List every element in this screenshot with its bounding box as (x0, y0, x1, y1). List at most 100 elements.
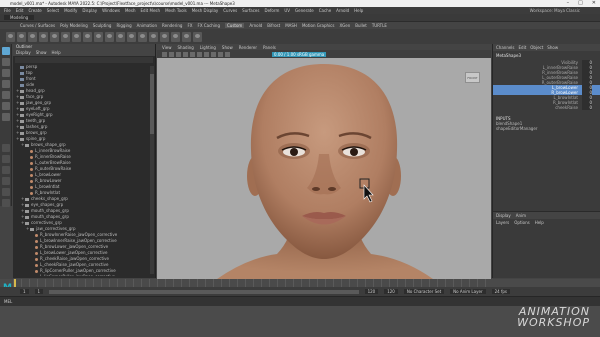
selected-object-name[interactable]: MetaShape3 (493, 51, 600, 60)
shelf-tool-icon[interactable] (50, 31, 59, 42)
current-time-indicator[interactable] (14, 279, 16, 287)
channel-box-menu-object[interactable]: Object (530, 45, 543, 50)
bookmarks-icon[interactable] (169, 51, 174, 57)
shelf-tool-icon[interactable] (72, 31, 81, 42)
shadows-icon[interactable] (225, 51, 230, 57)
layer-tab-display[interactable]: Display (496, 213, 511, 218)
help-menu[interactable]: Help (535, 220, 544, 225)
shelf-tab[interactable]: Bullet (355, 23, 367, 28)
outliner-persp-layout-icon[interactable] (1, 188, 10, 196)
viewport-menu-panels[interactable]: Panels (263, 45, 276, 50)
shelf-tool-icon[interactable] (182, 31, 191, 42)
menu-mesh-tools[interactable]: Mesh Tools (165, 8, 187, 13)
persp-graph-layout-icon[interactable] (1, 177, 10, 185)
shelf-tool-icon[interactable] (83, 31, 92, 42)
paint-select-icon[interactable] (1, 69, 10, 77)
viewport-menu-lighting[interactable]: Lighting (200, 45, 216, 50)
shelf-tab[interactable]: Rigging (116, 23, 131, 28)
shelf-tool-icon[interactable] (116, 31, 125, 42)
four-view-layout-icon[interactable] (1, 155, 10, 163)
character-set-field[interactable]: No Character Set (403, 289, 445, 294)
menu-create[interactable]: Create (28, 8, 41, 13)
shelf-tool-icon[interactable] (138, 31, 147, 42)
menu-arnold[interactable]: Arnold (336, 8, 349, 13)
shelf-tab[interactable]: Arnold (249, 23, 262, 28)
shelf-tab[interactable]: MASH (285, 23, 297, 28)
select-tool-icon[interactable] (1, 47, 10, 55)
channel-row[interactable]: cheekRaise 0 (493, 105, 600, 110)
outliner-scrollbar[interactable] (150, 66, 154, 274)
outliner-menu-display[interactable]: Display (16, 50, 31, 56)
image-plane-icon[interactable] (176, 51, 181, 57)
menu-edit[interactable]: Edit (16, 8, 24, 13)
minimize-button[interactable]: – (567, 0, 570, 7)
layer-tab-anim[interactable]: Anim (516, 213, 526, 218)
menu-set-dropdown[interactable]: Modeling (4, 15, 35, 20)
shelf-tool-icon[interactable] (160, 31, 169, 42)
options-menu[interactable]: Options (514, 220, 529, 225)
smooth-shade-icon[interactable] (204, 51, 209, 57)
range-end-field[interactable]: 120 (364, 289, 379, 294)
menu-deform[interactable]: Deform (264, 8, 279, 13)
shelf-tool-icon[interactable] (61, 31, 70, 42)
outliner-item[interactable]: L_lipCornerPuller_jawOpen_corrective (13, 274, 149, 276)
maximize-button[interactable]: □ (578, 0, 583, 7)
layers-menu[interactable]: Layers (496, 220, 509, 225)
fps-field[interactable]: 24 fps (491, 289, 510, 294)
grid-icon[interactable] (183, 51, 188, 57)
menu-help[interactable]: Help (354, 8, 363, 13)
viewport-3d[interactable]: FRONT (157, 58, 491, 279)
last-tool-icon[interactable] (1, 113, 10, 121)
outliner-menu-help[interactable]: Help (52, 50, 61, 56)
shelf-tool-icon[interactable] (17, 31, 26, 42)
range-bar[interactable] (49, 289, 359, 294)
shelf-tool-icon[interactable] (105, 31, 114, 42)
shelf-tab[interactable]: Rendering (162, 23, 182, 28)
menu-uv[interactable]: UV (284, 8, 290, 13)
channel-box-menu-show[interactable]: Show (547, 45, 558, 50)
close-button[interactable]: ✕ (592, 0, 596, 7)
shelf-tab[interactable]: Curves / Surfaces (20, 23, 55, 28)
shelf-tab[interactable]: XGen (339, 23, 350, 28)
shelf-tool-icon[interactable] (39, 31, 48, 42)
shelf-tab[interactable]: Bifrost (267, 23, 280, 28)
channel-box-menu-channels[interactable]: Channels (496, 45, 515, 50)
menu-mesh[interactable]: Mesh (125, 8, 136, 13)
shelf-tab[interactable]: FX Caching (198, 23, 220, 28)
viewport-menu-show[interactable]: Show (222, 45, 233, 50)
shelf-tool-icon[interactable] (127, 31, 136, 42)
range-start-field[interactable]: 1 (34, 289, 44, 294)
channel-value-field[interactable]: 0 (582, 105, 592, 110)
move-tool-icon[interactable] (1, 80, 10, 88)
menu-file[interactable]: File (4, 8, 11, 13)
menu-modify[interactable]: Modify (64, 8, 77, 13)
start-time-field[interactable]: 1 (20, 289, 29, 294)
viewport-menu-renderer[interactable]: Renderer (239, 45, 257, 50)
shelf-tool-icon[interactable] (6, 31, 15, 42)
outliner-scroll-thumb[interactable] (150, 74, 154, 134)
shelf-tab[interactable]: Sculpting (93, 23, 112, 28)
lasso-tool-icon[interactable] (1, 58, 10, 66)
scale-tool-icon[interactable] (1, 102, 10, 110)
menu-curves[interactable]: Curves (223, 8, 237, 13)
lights-icon[interactable] (218, 51, 223, 57)
menu-surfaces[interactable]: Surfaces (242, 8, 259, 13)
menu-edit-mesh[interactable]: Edit Mesh (141, 8, 161, 13)
shelf-tab[interactable]: TURTLE (372, 23, 387, 28)
shelf-tool-icon[interactable] (28, 31, 37, 42)
viewport-menu-view[interactable]: View (162, 45, 172, 50)
channel-box-menu-edit[interactable]: Edit (519, 45, 527, 50)
head-model[interactable] (157, 58, 491, 279)
outliner-search-field[interactable] (15, 57, 153, 63)
camera-attributes-icon[interactable] (162, 51, 167, 57)
shelf-tab[interactable]: Animation (137, 23, 157, 28)
menu-cache[interactable]: Cache (319, 8, 331, 13)
menu-windows[interactable]: Windows (102, 8, 120, 13)
input-node[interactable]: shapeEditorManager (496, 126, 600, 131)
menu-display[interactable]: Display (82, 8, 97, 13)
anim-layer-field[interactable]: No Anim Layer (450, 289, 486, 294)
outliner-menu-show[interactable]: Show (36, 50, 47, 56)
menu-select[interactable]: Select (47, 8, 59, 13)
hypershade-layout-icon[interactable] (1, 199, 10, 207)
shelf-tool-icon[interactable] (149, 31, 158, 42)
